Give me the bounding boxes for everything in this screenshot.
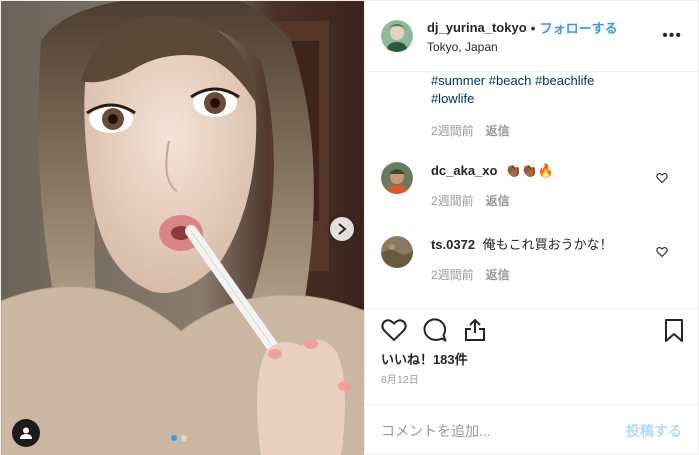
post-actions <box>364 308 698 350</box>
share-icon <box>464 318 485 341</box>
comments-list[interactable]: #summer #beach #beachlife #lowlife 2週間前 … <box>365 72 698 308</box>
header-text: dj_yurina_tokyo • フォローする Tokyo, Japan <box>427 18 618 55</box>
comment-text: 俺もこれ買おうかな！ <box>482 237 613 252</box>
comment-icon <box>423 317 447 341</box>
comment-meta: 2週間前 返信 <box>431 192 682 209</box>
comment-input[interactable] <box>380 422 626 439</box>
tagged-users-button[interactable] <box>12 419 40 447</box>
likes-count[interactable]: いいね！183件 <box>365 350 698 374</box>
comment-username[interactable]: ts.0372 <box>431 237 475 252</box>
comment-item: ts.0372 俺もこれ買おうかな！ 2週間前 返信 <box>380 236 682 283</box>
caption-hashtags: #summer #beach #beachlife #lowlife 2週間前 … <box>431 72 661 140</box>
bookmark-icon <box>665 319 683 342</box>
add-comment-bar: 投稿する <box>364 404 698 455</box>
like-comment-icon[interactable] <box>656 172 668 184</box>
post-comment-button[interactable]: 投稿する <box>626 421 682 441</box>
post-header: dj_yurina_tokyo • フォローする Tokyo, Japan ••… <box>364 1 698 72</box>
hashtag-link[interactable]: #summer <box>431 73 485 88</box>
comment-item: dc_aka_xo 👏🏾👏🏾🔥 2週間前 返信 <box>380 162 682 209</box>
post-sidebar: dj_yurina_tokyo • フォローする Tokyo, Japan ••… <box>363 1 698 455</box>
hashtag-line: #summer #beach #beachlife <box>431 72 661 90</box>
comment-time: 2週間前 <box>430 194 474 208</box>
post-date[interactable]: 8月12日 <box>365 374 698 404</box>
like-comment-icon[interactable] <box>656 246 668 258</box>
avatar[interactable] <box>380 20 413 52</box>
hashtag-link[interactable]: #lowlife <box>431 91 474 106</box>
location-link[interactable]: Tokyo, Japan <box>427 40 618 54</box>
heart-icon <box>381 318 407 341</box>
comment-text: 👏🏾👏🏾🔥 <box>505 163 554 178</box>
comment-meta: 2週間前 返信 <box>431 266 682 283</box>
carousel-dot <box>171 435 177 441</box>
post-photo[interactable] <box>1 1 364 455</box>
comment-line: dc_aka_xo 👏🏾👏🏾🔥 <box>431 162 682 180</box>
separator: • <box>530 19 536 36</box>
caption-time: 2週間前 <box>430 124 474 138</box>
hashtag-link[interactable]: #beachlife <box>535 73 594 88</box>
more-options-icon[interactable]: ••• <box>662 27 682 45</box>
caption-meta: 2週間前 返信 <box>431 122 661 140</box>
reply-button[interactable]: 返信 <box>486 192 510 209</box>
comment-body: ts.0372 俺もこれ買おうかな！ 2週間前 返信 <box>431 236 682 283</box>
comment-button[interactable] <box>423 317 447 342</box>
hashtag-link[interactable]: #beach <box>489 73 532 88</box>
next-photo-button[interactable] <box>330 217 354 241</box>
carousel-indicator <box>171 435 187 441</box>
reply-button[interactable]: 返信 <box>486 122 510 140</box>
chevron-right-icon <box>338 223 347 235</box>
save-button[interactable] <box>664 319 684 346</box>
user-icon <box>20 427 32 439</box>
photo-image <box>1 1 364 455</box>
hashtag-line: #lowlife <box>431 90 661 108</box>
username-link[interactable]: dj_yurina_tokyo <box>427 20 527 35</box>
follow-button[interactable]: フォローする <box>540 18 618 37</box>
header-line: dj_yurina_tokyo • フォローする <box>427 18 618 37</box>
comment-time: 2週間前 <box>430 268 474 282</box>
instagram-post: dj_yurina_tokyo • フォローする Tokyo, Japan ••… <box>0 0 699 455</box>
share-button[interactable] <box>463 318 487 342</box>
comment-line: ts.0372 俺もこれ買おうかな！ <box>431 236 682 254</box>
like-button[interactable] <box>381 318 407 342</box>
comment-body: dc_aka_xo 👏🏾👏🏾🔥 2週間前 返信 <box>431 162 682 209</box>
reply-button[interactable]: 返信 <box>486 266 510 283</box>
carousel-dot <box>181 435 187 441</box>
avatar[interactable] <box>380 236 413 268</box>
avatar[interactable] <box>380 162 413 194</box>
comment-username[interactable]: dc_aka_xo <box>431 163 498 178</box>
